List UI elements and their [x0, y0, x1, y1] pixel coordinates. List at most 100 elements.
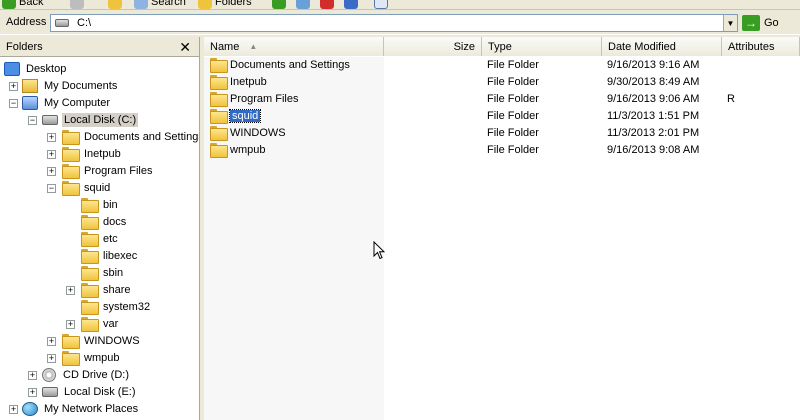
- back-label: Back: [19, 0, 44, 8]
- folders-label: Folders: [215, 0, 252, 8]
- folder-icon: [81, 300, 99, 315]
- file-list-pane: Name ▲ Size Type Date Modified Attribute…: [204, 37, 800, 420]
- search-button[interactable]: Search: [134, 0, 186, 9]
- close-icon[interactable]: ✕: [179, 39, 191, 56]
- file-name: Documents and Settings: [230, 58, 350, 71]
- column-header-type[interactable]: Type: [482, 37, 602, 56]
- collapse-icon[interactable]: −: [9, 99, 18, 108]
- expand-icon[interactable]: +: [47, 150, 56, 159]
- tree-item-cd-drive[interactable]: CD Drive (D:): [42, 366, 131, 383]
- tree-item-share[interactable]: share: [81, 281, 133, 298]
- tree-item-squid[interactable]: squid: [62, 179, 112, 196]
- address-label: Address: [6, 16, 47, 28]
- expand-icon[interactable]: +: [47, 354, 56, 363]
- search-label: Search: [151, 0, 186, 8]
- folder-icon: [210, 126, 228, 141]
- folder-icon: [81, 232, 99, 247]
- expand-icon[interactable]: +: [47, 337, 56, 346]
- folders-pane-header: Folders ✕: [0, 37, 199, 57]
- folder-icon: [81, 249, 99, 264]
- tree-item-libexec[interactable]: libexec: [81, 247, 139, 264]
- views-button[interactable]: [374, 0, 388, 9]
- file-type: File Folder: [487, 75, 539, 88]
- table-row[interactable]: Program Files File Folder 9/16/2013 9:06…: [204, 90, 800, 107]
- go-arrow-icon: →: [742, 15, 760, 31]
- folder-icon: [210, 109, 228, 124]
- folder-icon: [210, 58, 228, 73]
- tree-item-my-network-places[interactable]: My Network Places: [22, 400, 140, 417]
- expand-icon[interactable]: +: [66, 286, 75, 295]
- column-header-attributes[interactable]: Attributes: [722, 37, 800, 56]
- expand-icon[interactable]: +: [28, 371, 37, 380]
- table-row[interactable]: Documents and Settings File Folder 9/16/…: [204, 56, 800, 73]
- undo-button[interactable]: [344, 0, 358, 9]
- drive-icon: [42, 114, 58, 125]
- expand-icon[interactable]: +: [47, 167, 56, 176]
- address-input[interactable]: C:\ ▼: [50, 14, 738, 32]
- folder-icon: [210, 92, 228, 107]
- collapse-icon[interactable]: −: [28, 116, 37, 125]
- forward-icon: [70, 0, 84, 9]
- folder-icon: [62, 351, 80, 366]
- go-button[interactable]: → Go: [742, 14, 794, 32]
- back-button[interactable]: Back: [2, 0, 44, 9]
- tree-item-local-disk-e[interactable]: Local Disk (E:): [42, 383, 138, 400]
- tree-item-wmpub[interactable]: wmpub: [62, 349, 121, 366]
- file-name: squid: [228, 108, 262, 123]
- cd-drive-icon: [42, 367, 56, 382]
- tree-item-var[interactable]: var: [81, 315, 120, 332]
- column-header-size[interactable]: Size: [384, 37, 482, 56]
- file-date: 9/16/2013 9:08 AM: [607, 143, 700, 156]
- copy-to-icon: [296, 0, 310, 9]
- up-folder-icon: [108, 0, 122, 9]
- move-to-button[interactable]: [272, 0, 286, 9]
- file-type: File Folder: [487, 58, 539, 71]
- file-name: Program Files: [230, 92, 299, 105]
- address-dropdown-button[interactable]: ▼: [723, 15, 737, 31]
- collapse-icon[interactable]: −: [47, 184, 56, 193]
- column-header-name[interactable]: Name ▲: [204, 37, 384, 56]
- tree-item-bin[interactable]: bin: [81, 196, 120, 213]
- address-value: C:\: [77, 17, 92, 29]
- folder-icon: [81, 283, 99, 298]
- delete-button[interactable]: [320, 0, 334, 9]
- folders-button[interactable]: Folders: [198, 0, 252, 9]
- tree-item-local-disk-c[interactable]: Local Disk (C:): [42, 111, 139, 128]
- column-header-date-modified[interactable]: Date Modified: [602, 37, 722, 56]
- move-to-icon: [272, 0, 286, 9]
- folder-icon: [81, 317, 99, 332]
- file-attributes: R: [727, 92, 735, 105]
- tree-item-docs[interactable]: docs: [81, 213, 128, 230]
- file-type: File Folder: [487, 126, 539, 139]
- folder-icon: [81, 266, 99, 281]
- table-row[interactable]: wmpub File Folder 9/16/2013 9:08 AM: [204, 141, 800, 158]
- forward-button[interactable]: [70, 0, 84, 9]
- table-row[interactable]: WINDOWS File Folder 11/3/2013 2:01 PM: [204, 124, 800, 141]
- tree-item-sbin[interactable]: sbin: [81, 264, 125, 281]
- table-row[interactable]: Inetpub File Folder 9/30/2013 8:49 AM: [204, 73, 800, 90]
- toolbar: Back Search Folders: [0, 0, 800, 10]
- table-row-selected[interactable]: squid File Folder 11/3/2013 1:51 PM: [204, 107, 800, 124]
- copy-to-button[interactable]: [296, 0, 310, 9]
- file-name: WINDOWS: [230, 126, 286, 139]
- expand-icon[interactable]: +: [9, 405, 18, 414]
- tree-item-windows[interactable]: WINDOWS: [62, 332, 142, 349]
- tree-item-etc[interactable]: etc: [81, 230, 120, 247]
- tree-item-system32[interactable]: system32: [81, 298, 152, 315]
- folders-icon: [198, 0, 212, 9]
- tree-item-documents-and-settings[interactable]: Documents and Settings: [62, 128, 199, 145]
- expand-icon[interactable]: +: [66, 320, 75, 329]
- expand-icon[interactable]: +: [9, 82, 18, 91]
- desktop-icon: [4, 61, 20, 76]
- back-icon: [2, 0, 16, 9]
- expand-icon[interactable]: +: [28, 388, 37, 397]
- go-label: Go: [764, 17, 779, 29]
- drive-icon: [42, 386, 58, 397]
- tree-item-my-documents[interactable]: My Documents: [22, 77, 119, 94]
- expand-icon[interactable]: +: [47, 133, 56, 142]
- up-button[interactable]: [108, 0, 122, 9]
- tree-item-program-files[interactable]: Program Files: [62, 162, 154, 179]
- tree-item-inetpub[interactable]: Inetpub: [62, 145, 123, 162]
- tree-item-my-computer[interactable]: My Computer: [22, 94, 112, 111]
- tree-item-desktop[interactable]: Desktop: [4, 60, 68, 77]
